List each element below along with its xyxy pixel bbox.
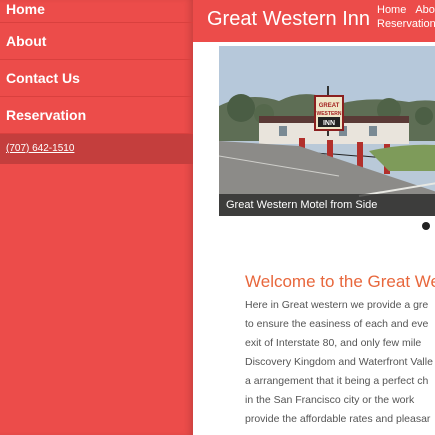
slider-caption: Great Western Motel from Side <box>219 194 435 216</box>
sidebar-item-about[interactable]: About <box>0 23 193 60</box>
paragraph-line: Here in Great western we provide a gre <box>245 299 429 311</box>
sign-text: GREAT <box>319 103 340 109</box>
sidebar-item-label: About <box>6 33 47 49</box>
sign-text: INN <box>323 120 335 127</box>
top-nav: Home Abo Reservation <box>377 3 435 31</box>
top-nav-reservation[interactable]: Reservation <box>377 18 435 30</box>
paragraph-line: provide the affordable rates and pleasar <box>245 413 431 425</box>
sidebar-item-home[interactable]: Home <box>0 0 193 23</box>
slider-dot[interactable] <box>422 222 430 230</box>
sidebar-item-reservation[interactable]: Reservation <box>0 97 193 134</box>
sign-text: WESTERN <box>317 111 342 117</box>
welcome-title: Welcome to the Great Weste <box>245 272 435 291</box>
slider-image[interactable]: GREAT WESTERN INN Great Western Motel fr… <box>219 46 435 216</box>
main-content: GREAT WESTERN INN Great Western Motel fr… <box>193 42 435 435</box>
welcome-paragraph: Here in Great western we provide a gre t… <box>245 296 435 429</box>
sidebar-item-label: Reservation <box>6 107 87 123</box>
paragraph-line: Discovery Kingdom and Waterfront Valle <box>245 356 433 368</box>
paragraph-line: to ensure the easiness of each and eve <box>245 318 429 330</box>
site-brand[interactable]: Great Western Inn <box>207 8 370 31</box>
sidebar: Home About Contact Us Reservation (707) … <box>0 0 193 435</box>
paragraph-line: in the San Francisco city or the work <box>245 394 415 406</box>
paragraph-line: a arrangement that it being a perfect ch <box>245 375 429 387</box>
top-nav-about[interactable]: Abo <box>415 4 435 16</box>
top-nav-home[interactable]: Home <box>377 4 406 16</box>
phone-link[interactable]: (707) 642-1510 <box>0 134 193 164</box>
paragraph-line: exit of Interstate 80, and only few mile <box>245 337 422 349</box>
motel-photo: GREAT WESTERN INN <box>219 46 435 216</box>
sidebar-item-contact[interactable]: Contact Us <box>0 60 193 97</box>
header: Great Western Inn Home Abo Reservation <box>193 0 435 42</box>
sidebar-item-label: Contact Us <box>6 70 80 86</box>
sidebar-item-label: Home <box>6 1 45 17</box>
